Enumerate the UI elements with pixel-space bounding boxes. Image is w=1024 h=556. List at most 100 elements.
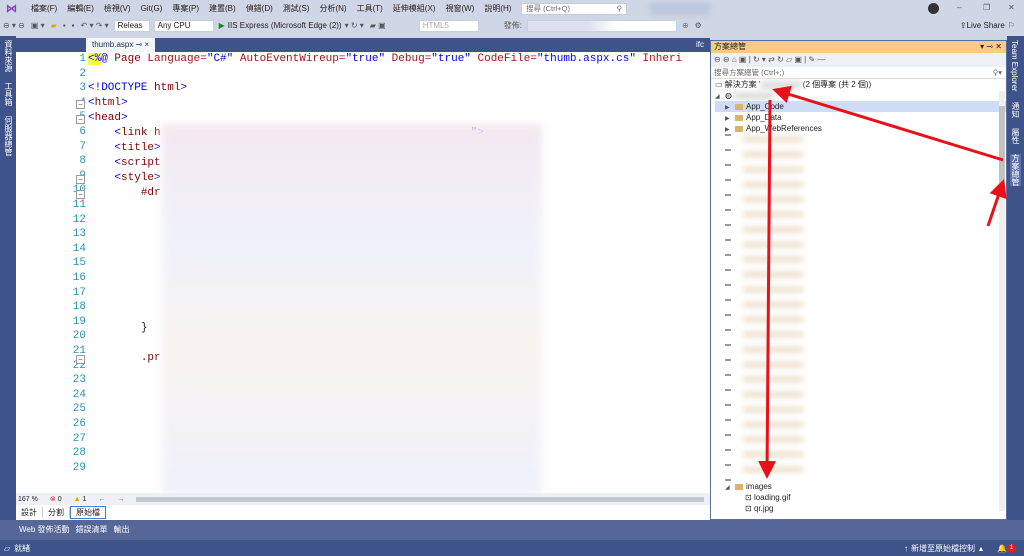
file-qr-jpg[interactable]: ⊡ qr.jpg: [715, 503, 1006, 514]
menu-debug[interactable]: 偵錯(D): [241, 3, 278, 14]
save-icon[interactable]: ▪: [60, 21, 69, 30]
live-share-button[interactable]: Live Share: [967, 21, 1005, 30]
save-all-icon[interactable]: ▪: [69, 21, 78, 30]
restore-button[interactable]: ❐: [983, 3, 990, 12]
tab-error-list[interactable]: 錯誤清單: [73, 524, 111, 535]
horizontal-scrollbar[interactable]: [136, 496, 704, 502]
menu-tools[interactable]: 工具(T): [352, 3, 388, 14]
folder-app-webreferences[interactable]: ▶ App_WebReferences: [715, 123, 1006, 134]
folder-label: App_Data: [746, 113, 782, 122]
data-sources-tab[interactable]: 資料來源: [3, 40, 14, 72]
solution-search-input[interactable]: 搜尋方案總管 (Ctrl+;) ⚲▾: [711, 67, 1006, 79]
folder-label: App_Code: [746, 102, 784, 111]
document-tab[interactable]: [225, 38, 295, 52]
pin-icon[interactable]: ⊸: [136, 40, 143, 49]
chevron-up-icon[interactable]: ▴: [979, 544, 983, 553]
menu-window[interactable]: 視窗(W): [440, 3, 479, 14]
document-tab[interactable]: [505, 38, 575, 52]
collapse-icon[interactable]: −: [76, 100, 85, 109]
tab-label: thumb.aspx: [92, 40, 134, 49]
html-schema-select[interactable]: HTML5: [418, 19, 479, 32]
panel-controls-icon[interactable]: ▾ ⊸ ✕: [980, 41, 1002, 53]
folder-app-data[interactable]: ▶ App_Data: [715, 112, 1006, 123]
feedback-icon[interactable]: ⚐: [1005, 21, 1018, 30]
solution-explorer-tab[interactable]: 方案總管: [1010, 153, 1021, 186]
css-close-brace: }: [140, 322, 148, 334]
undo-icon[interactable]: ↶ ▾ ↷ ▾: [78, 21, 112, 30]
menu-project[interactable]: 專案(P): [167, 3, 204, 14]
collapse-icon[interactable]: −: [76, 175, 85, 184]
line-number: 3: [79, 82, 86, 95]
back-icon[interactable]: ⊖ ▾ ⊖: [0, 21, 28, 30]
search-icon: ⚲▾: [992, 68, 1002, 77]
line-number: 16: [72, 272, 86, 284]
code-editor[interactable]: 1234567891011121314151617181920212223242…: [16, 52, 710, 494]
attr-value: "thumb.aspx.cs": [536, 53, 636, 65]
run-button[interactable]: IIS Express (Microsoft Edge (2)): [228, 21, 342, 30]
navigate-forward-icon[interactable]: →: [117, 496, 124, 503]
document-tab[interactable]: [16, 38, 86, 52]
configuration-select[interactable]: Releas: [113, 19, 150, 32]
menu-extensions[interactable]: 延伸模組(X): [388, 3, 441, 14]
menu-view[interactable]: 檢視(V): [99, 3, 136, 14]
collapse-icon[interactable]: −: [76, 190, 85, 199]
warning-count[interactable]: 1: [82, 496, 86, 503]
menu-file[interactable]: 檔案(F): [26, 3, 62, 14]
collapse-icon[interactable]: −: [76, 115, 85, 124]
new-project-icon[interactable]: ▣ ▾: [28, 21, 48, 30]
tab-design[interactable]: 設計: [16, 507, 43, 518]
platform-select[interactable]: Any CPU: [153, 19, 214, 32]
tab-output[interactable]: 輸出: [111, 524, 133, 535]
notification-bell-icon[interactable]: 🔔: [997, 544, 1007, 553]
search-input[interactable]: 搜尋 (Ctrl+Q) ⚲: [521, 3, 627, 15]
notifications-tab[interactable]: 通知: [1010, 102, 1021, 118]
menu-git[interactable]: Git(G): [136, 4, 168, 13]
tab-overflow[interactable]: ifc: [690, 38, 710, 52]
server-explorer-tab[interactable]: 伺服器總管: [3, 116, 14, 156]
file-label: loading.gif: [753, 493, 791, 502]
error-count[interactable]: 0: [58, 496, 62, 503]
toolbox-tab[interactable]: 工具箱: [3, 82, 14, 106]
file-loading-gif[interactable]: ⊡ loading.gif: [715, 492, 1006, 503]
settings-icon[interactable]: ⚙: [692, 21, 705, 30]
se-toolbar-icons[interactable]: ⊖ ⊖ ⌂ ▣ | ↻ ▾ ⇄ ↻ ▱ ▣ | ✎ —: [714, 55, 825, 64]
tab-thumb-aspx[interactable]: thumb.aspx ⊸ ×: [86, 38, 156, 52]
left-tool-strip: 資料來源 工具箱 伺服器總管: [0, 36, 16, 520]
tab-source[interactable]: 原始檔: [70, 506, 106, 519]
close-tab-icon[interactable]: ×: [145, 40, 150, 49]
browser-icon[interactable]: ▰ ▣: [367, 21, 389, 30]
run-icon[interactable]: ▶: [216, 21, 228, 30]
document-tab[interactable]: [155, 38, 225, 52]
folder-images[interactable]: ◢ images: [715, 481, 1006, 492]
navigate-back-icon[interactable]: ←: [98, 496, 105, 503]
menu-edit[interactable]: 編輯(E): [62, 3, 99, 14]
folder-app-code[interactable]: ▶ App_Code: [715, 101, 1006, 112]
refresh-icon[interactable]: ▾ ↻ ▾: [342, 21, 367, 30]
expand-arrows: [725, 134, 731, 481]
collapse-icon[interactable]: −: [76, 355, 85, 364]
zoom-level[interactable]: 167 %: [18, 496, 38, 503]
publish-profile-select[interactable]: [526, 19, 677, 32]
open-icon[interactable]: ▰: [48, 21, 60, 30]
close-button[interactable]: ✕: [1008, 3, 1015, 12]
solution-node[interactable]: ▭ 解決方案 ' (2 個專案 (共 2 個)): [715, 79, 1006, 90]
tab-split[interactable]: 分割: [43, 507, 70, 518]
document-tab[interactable]: [435, 38, 505, 52]
document-tab[interactable]: [365, 38, 435, 52]
properties-tab[interactable]: 屬性: [1010, 128, 1021, 144]
document-tab[interactable]: [295, 38, 365, 52]
team-explorer-tab[interactable]: Team Explorer: [1010, 40, 1019, 92]
tab-web-publish[interactable]: Web 發佈活動: [16, 524, 73, 535]
scrollbar-thumb[interactable]: [999, 106, 1005, 186]
project-node[interactable]: ◢ ◍: [715, 90, 1006, 101]
search-placeholder: 搜尋方案總管 (Ctrl+;): [714, 68, 785, 77]
web-icon[interactable]: ⊕: [679, 21, 692, 30]
avatar[interactable]: [928, 3, 939, 14]
minimize-button[interactable]: –: [957, 3, 961, 12]
menu-test[interactable]: 測試(S): [278, 3, 315, 14]
menu-help[interactable]: 說明(H): [479, 3, 516, 14]
add-to-source-control[interactable]: 新增至原始檔控制: [911, 543, 975, 554]
menu-build[interactable]: 建置(B): [204, 3, 241, 14]
menu-analyze[interactable]: 分析(N): [314, 3, 351, 14]
notification-badge: 1: [1007, 543, 1016, 553]
